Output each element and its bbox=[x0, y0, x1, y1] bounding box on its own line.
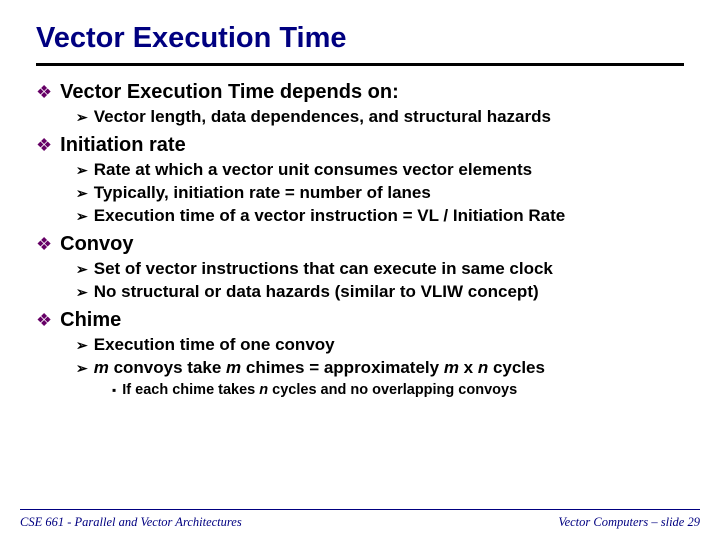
bullet-initiation-rate: ❖ Initiation rate bbox=[36, 133, 684, 157]
subbullet-text: Execution time of a vector instruction =… bbox=[94, 206, 566, 226]
square-icon: ▪ bbox=[112, 381, 116, 399]
bullet-depends-on: ❖ Vector Execution Time depends on: bbox=[36, 80, 684, 104]
footer-divider bbox=[20, 509, 700, 510]
bullet-convoy: ❖ Convoy bbox=[36, 232, 684, 256]
diamond-icon: ❖ bbox=[36, 308, 52, 332]
txt: cycles bbox=[488, 358, 545, 377]
subbullet-text: Set of vector instructions that can exec… bbox=[94, 259, 553, 279]
footer-left: CSE 661 - Parallel and Vector Architectu… bbox=[20, 515, 242, 530]
txt: convoys take bbox=[109, 358, 226, 377]
slide-title: Vector Execution Time bbox=[36, 22, 684, 66]
slide-body: ❖ Vector Execution Time depends on: ➢ Ve… bbox=[36, 80, 684, 399]
subbullet-text: Rate at which a vector unit consumes vec… bbox=[94, 160, 532, 180]
subbullet-text: Typically, initiation rate = number of l… bbox=[94, 183, 431, 203]
slide: Vector Execution Time ❖ Vector Execution… bbox=[0, 0, 720, 540]
arrow-icon: ➢ bbox=[76, 282, 88, 302]
arrow-icon: ➢ bbox=[76, 206, 88, 226]
subsubbullet-text: If each chime takes n cycles and no over… bbox=[122, 381, 517, 399]
txt: cycles and no overlapping convoys bbox=[268, 382, 517, 398]
bullet-chime: ❖ Chime bbox=[36, 308, 684, 332]
bullet-text: Convoy bbox=[60, 232, 133, 256]
arrow-icon: ➢ bbox=[76, 160, 88, 180]
txt: chimes = approximately bbox=[241, 358, 444, 377]
bullet-text: Chime bbox=[60, 308, 121, 332]
diamond-icon: ❖ bbox=[36, 232, 52, 256]
subbullet-chime-formula: ➢ m convoys take m chimes = approximatel… bbox=[76, 358, 684, 378]
subbullet-text: Vector length, data dependences, and str… bbox=[94, 107, 551, 127]
footer-right: Vector Computers – slide 29 bbox=[558, 515, 700, 530]
arrow-icon: ➢ bbox=[76, 183, 88, 203]
subbullet-text: No structural or data hazards (similar t… bbox=[94, 282, 539, 302]
subbullet-convoy-hazards: ➢ No structural or data hazards (similar… bbox=[76, 282, 684, 302]
var-m: m bbox=[444, 358, 459, 377]
subbullet-chime-def: ➢ Execution time of one convoy bbox=[76, 335, 684, 355]
arrow-icon: ➢ bbox=[76, 259, 88, 279]
arrow-icon: ➢ bbox=[76, 335, 88, 355]
subbullet-convoy-def: ➢ Set of vector instructions that can ex… bbox=[76, 259, 684, 279]
txt: x bbox=[459, 358, 478, 377]
diamond-icon: ❖ bbox=[36, 133, 52, 157]
bullet-text: Vector Execution Time depends on: bbox=[60, 80, 399, 104]
var-m: m bbox=[226, 358, 241, 377]
subbullet-rate-lanes: ➢ Typically, initiation rate = number of… bbox=[76, 183, 684, 203]
txt: If each chime takes bbox=[122, 382, 259, 398]
arrow-icon: ➢ bbox=[76, 358, 88, 378]
bullet-text: Initiation rate bbox=[60, 133, 186, 157]
subbullet-text: Execution time of one convoy bbox=[94, 335, 335, 355]
var-n: n bbox=[478, 358, 488, 377]
var-n: n bbox=[259, 382, 268, 398]
subbullet-exec-time: ➢ Execution time of a vector instruction… bbox=[76, 206, 684, 226]
subbullet-text: m convoys take m chimes = approximately … bbox=[94, 358, 545, 378]
arrow-icon: ➢ bbox=[76, 107, 88, 127]
subsubbullet-chime-cond: ▪ If each chime takes n cycles and no ov… bbox=[112, 381, 684, 399]
subbullet-deps: ➢ Vector length, data dependences, and s… bbox=[76, 107, 684, 127]
diamond-icon: ❖ bbox=[36, 80, 52, 104]
footer: CSE 661 - Parallel and Vector Architectu… bbox=[0, 515, 720, 530]
subbullet-rate-def: ➢ Rate at which a vector unit consumes v… bbox=[76, 160, 684, 180]
var-m: m bbox=[94, 358, 109, 377]
